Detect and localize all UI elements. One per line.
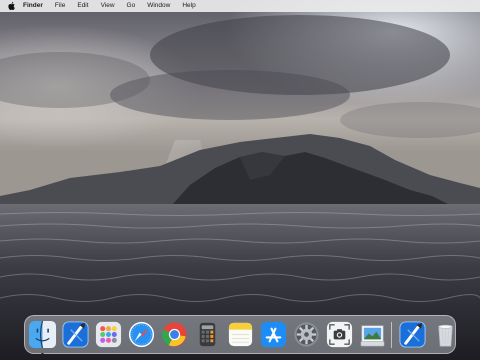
running-indicator: [41, 353, 44, 356]
dock: [24, 315, 456, 356]
menu-help[interactable]: Help: [176, 0, 201, 12]
calculator-icon: [199, 322, 216, 347]
app-store-icon: [260, 321, 287, 348]
menu-view[interactable]: View: [95, 0, 121, 12]
dock-xcode[interactable]: [61, 320, 90, 349]
dock-app-store[interactable]: [259, 320, 288, 349]
menu-edit[interactable]: Edit: [71, 0, 94, 12]
dock-screenshot[interactable]: [325, 320, 354, 349]
safari-icon: [128, 321, 155, 348]
menu-go[interactable]: Go: [121, 0, 142, 12]
dock-notes[interactable]: [226, 320, 255, 349]
dock-system-preferences[interactable]: [292, 320, 321, 349]
system-preferences-icon: [294, 322, 319, 347]
trash-icon: [438, 324, 453, 347]
dock-xcode-pinned[interactable]: [398, 320, 427, 349]
launchpad-icon: [95, 321, 122, 348]
notes-icon: [228, 322, 253, 347]
dock-preview[interactable]: [358, 320, 387, 349]
dock-calculator[interactable]: [193, 320, 222, 349]
desktop-wallpaper: [0, 0, 480, 360]
dock-finder[interactable]: [28, 320, 57, 356]
chrome-icon: [162, 322, 187, 347]
dock-safari[interactable]: [127, 320, 156, 349]
dock-trash[interactable]: [431, 320, 460, 349]
menu-bar: Finder File Edit View Go Window Help: [0, 0, 480, 12]
menu-app-name[interactable]: Finder: [16, 0, 49, 12]
finder-icon: [28, 320, 57, 349]
menu-file[interactable]: File: [49, 0, 71, 12]
xcode-icon: [62, 321, 89, 348]
dock-separator: [391, 321, 392, 348]
apple-logo-icon[interactable]: [6, 0, 16, 12]
menu-window[interactable]: Window: [141, 0, 176, 12]
preview-icon: [360, 325, 385, 347]
xcode-icon: [399, 321, 426, 348]
screenshot-icon: [326, 321, 353, 348]
dock-launchpad[interactable]: [94, 320, 123, 349]
dock-chrome[interactable]: [160, 320, 189, 349]
